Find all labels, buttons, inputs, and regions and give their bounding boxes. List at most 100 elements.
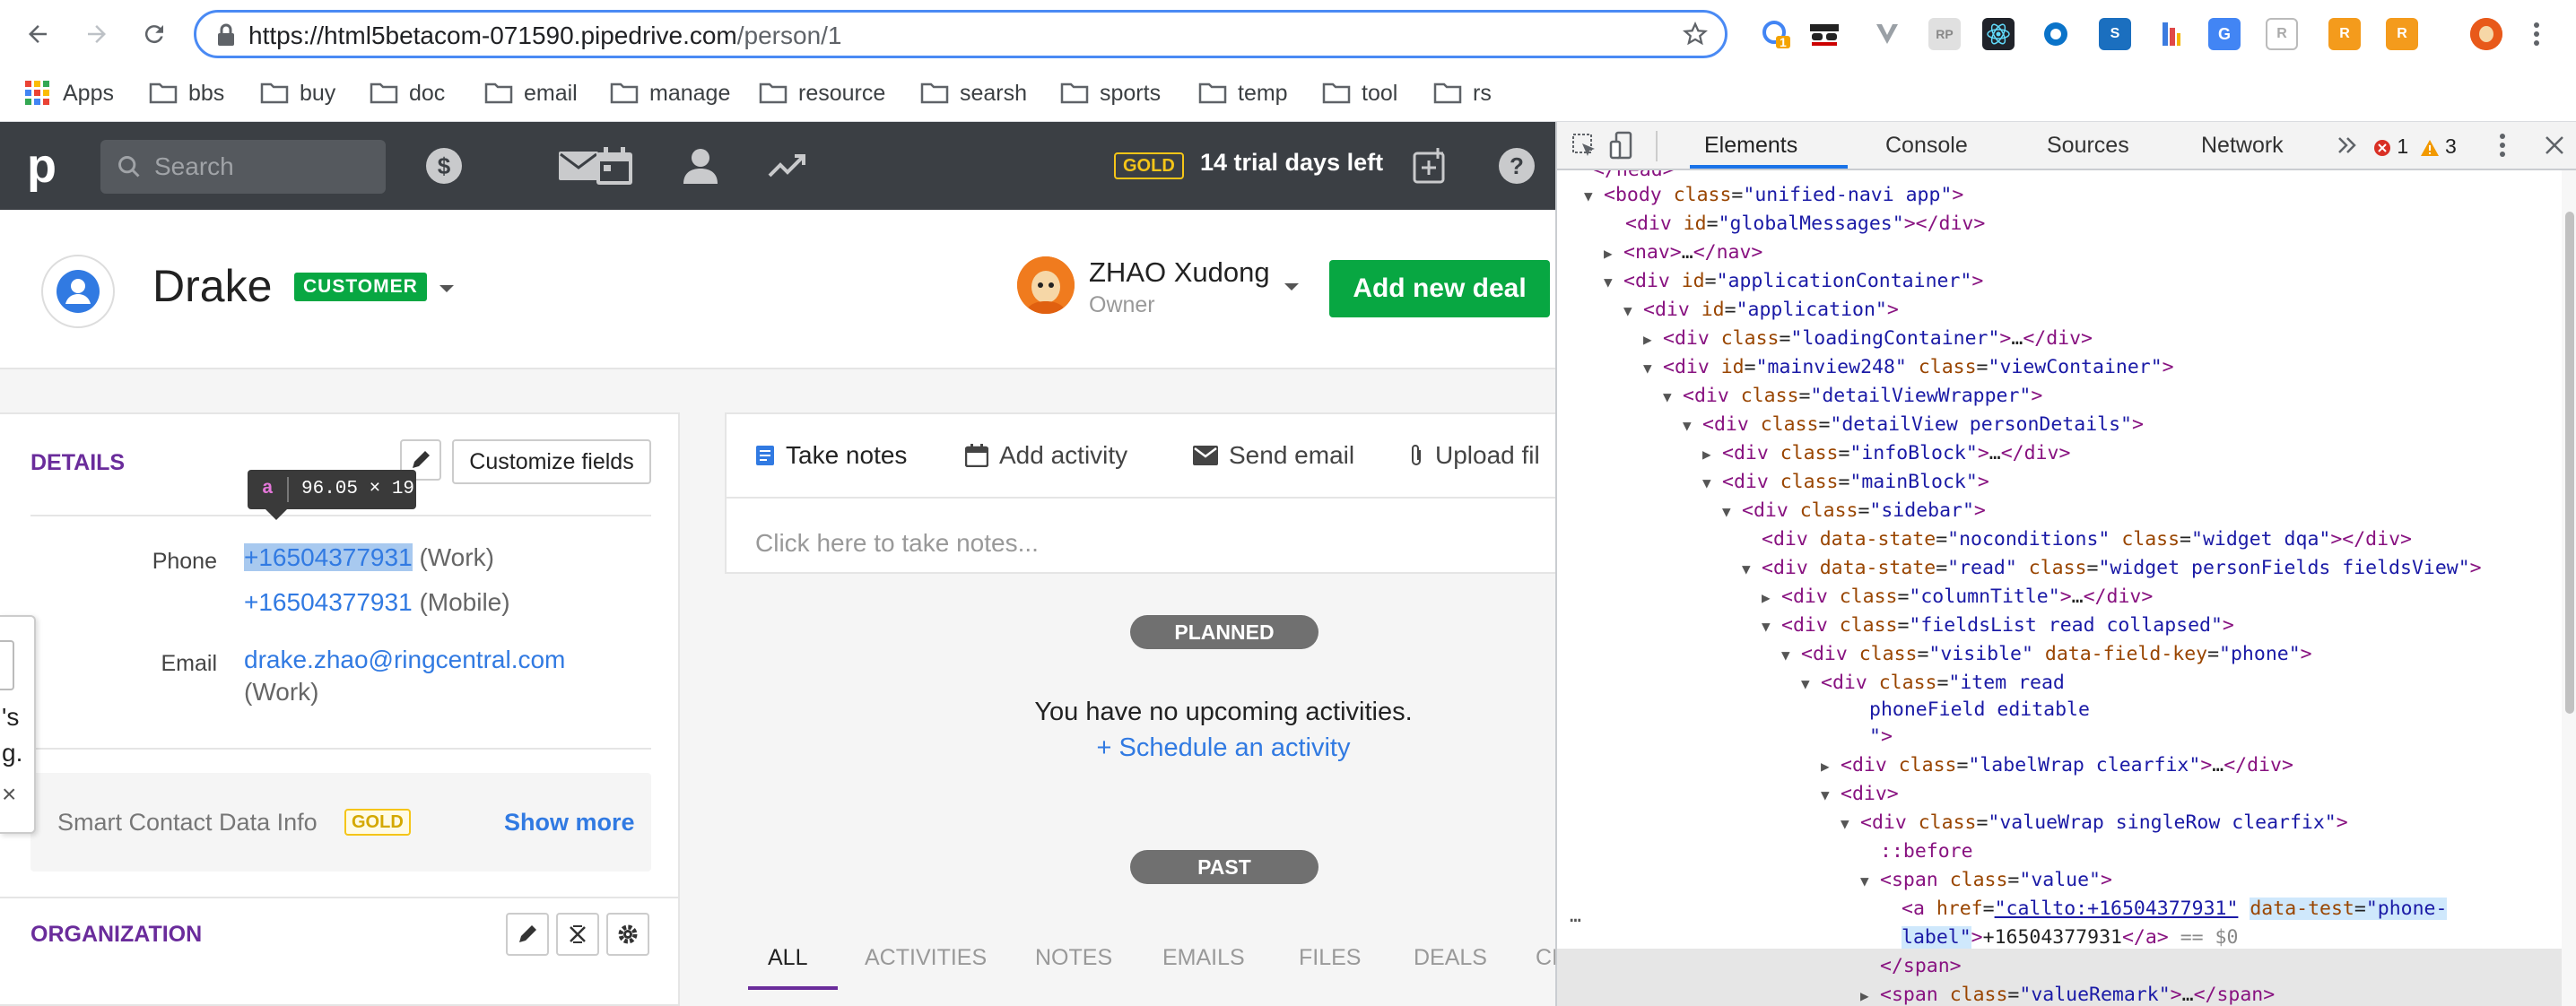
devtools-tab-console[interactable]: Console bbox=[1885, 133, 1968, 159]
tree-node[interactable]: ::before bbox=[1880, 837, 1973, 866]
feed-tab-notes[interactable]: NOTES bbox=[1035, 945, 1112, 971]
bookmark-apps[interactable]: Apps bbox=[25, 77, 114, 109]
bookmark-buy[interactable]: buy bbox=[260, 77, 335, 109]
schedule-activity-link[interactable]: + Schedule an activity bbox=[970, 733, 1476, 763]
tree-node[interactable]: </span> bbox=[1880, 952, 1962, 981]
label-dropdown-caret-icon[interactable] bbox=[438, 283, 456, 294]
extension-r-gray-icon[interactable]: R bbox=[2266, 18, 2298, 50]
bookmark-temp[interactable]: temp bbox=[1198, 77, 1288, 109]
tree-node[interactable]: ▼ <div id="application"> bbox=[1623, 296, 1899, 325]
bookmark-tool[interactable]: tool bbox=[1322, 77, 1397, 109]
feed-tab-files[interactable]: FILES bbox=[1299, 945, 1361, 971]
customer-label-badge[interactable]: CUSTOMER bbox=[294, 273, 427, 301]
tree-node[interactable]: ▼ <div class="detailViewWrapper"> bbox=[1663, 382, 2042, 411]
tree-node[interactable]: ▼ <div id="applicationContainer"> bbox=[1604, 267, 1983, 296]
tree-ellipsis[interactable]: … bbox=[1570, 902, 1581, 931]
more-tabs-icon[interactable] bbox=[2337, 134, 2357, 156]
tree-node[interactable]: ▶ <span class="valueRemark">…</span> bbox=[1860, 981, 2275, 1006]
tab-add-activity[interactable]: Add activity bbox=[965, 441, 1127, 470]
tree-node[interactable]: ▶ <div class="loadingContainer">…</div> bbox=[1643, 325, 2093, 353]
tree-node[interactable]: ▶ <nav>…</nav> bbox=[1604, 238, 1762, 267]
nav-deals[interactable]: $ bbox=[422, 143, 466, 188]
inspect-element-icon[interactable] bbox=[1571, 133, 1598, 160]
tree-node[interactable]: ▼ <div data-state="read" class="widget pe… bbox=[1742, 554, 2482, 583]
profile-avatar-icon[interactable] bbox=[2470, 18, 2502, 50]
customize-fields-button[interactable]: Customize fields bbox=[452, 439, 651, 484]
unlink-organization-button[interactable] bbox=[556, 913, 599, 956]
feed-tab-all[interactable]: ALL bbox=[768, 945, 807, 971]
search-box[interactable] bbox=[100, 140, 386, 194]
person-name[interactable]: Drake bbox=[152, 260, 272, 312]
bookmark-email[interactable]: email bbox=[484, 77, 578, 109]
back-button[interactable] bbox=[18, 14, 57, 54]
chrome-menu-icon[interactable] bbox=[2528, 18, 2546, 50]
extension-r-orange-icon[interactable]: R bbox=[2328, 18, 2361, 50]
search-input[interactable] bbox=[154, 149, 370, 185]
feed-tab-emails[interactable]: EMAILS bbox=[1162, 945, 1245, 971]
elements-tree[interactable]: </head> ▼<body class="unified-navi app">… bbox=[1557, 170, 2562, 1006]
trial-days-text[interactable]: 14 trial days left bbox=[1200, 149, 1383, 177]
edit-organization-button[interactable] bbox=[506, 913, 549, 956]
tree-node[interactable]: ▼ <div class="fieldsList read collapsed"> bbox=[1762, 611, 2234, 640]
close-devtools-icon[interactable] bbox=[2544, 134, 2565, 156]
tree-node[interactable]: <div data-state="noconditions" class="wi… bbox=[1762, 525, 2412, 554]
devtools-tab-network[interactable]: Network bbox=[2201, 133, 2284, 159]
tree-node[interactable]: ▼ <span class="value"> bbox=[1860, 866, 2112, 895]
tree-node[interactable]: ▼ <div class="mainBlock"> bbox=[1702, 468, 1989, 497]
extension-s-icon[interactable]: S bbox=[2099, 18, 2131, 50]
tree-node[interactable]: <div id="globalMessages"></div> bbox=[1625, 210, 1985, 238]
tree-node[interactable]: ▼ <div class="item read bbox=[1801, 669, 2065, 698]
tree-node[interactable]: ▼ <div class="detailView personDetails"> bbox=[1683, 411, 2144, 439]
owner-dropdown-caret-icon[interactable] bbox=[1283, 282, 1301, 292]
phone-work-link[interactable]: +16504377931 bbox=[244, 543, 413, 571]
organization-settings-button[interactable] bbox=[606, 913, 649, 956]
owner-name[interactable]: ZHAO Xudong bbox=[1089, 256, 1270, 289]
pipedrive-logo[interactable]: p bbox=[27, 138, 57, 194]
add-new-deal-button[interactable]: Add new deal bbox=[1329, 260, 1550, 317]
feed-tab-activities[interactable]: ACTIVITIES bbox=[865, 945, 987, 971]
extension-translate-icon[interactable]: G bbox=[2208, 18, 2241, 50]
bookmark-manage[interactable]: manage bbox=[610, 77, 730, 109]
show-more-link[interactable]: Show more bbox=[504, 809, 635, 837]
tree-node[interactable]: ▶ <div class="infoBlock">…</div> bbox=[1702, 439, 2070, 468]
bookmark-bbs[interactable]: bbs bbox=[149, 77, 224, 109]
tree-node[interactable]: ▼ <div class="valueWrap singleRow clearfi… bbox=[1841, 809, 2348, 837]
extension-search-icon[interactable]: 1 bbox=[1760, 18, 1792, 50]
tree-node[interactable]: ▼ <body class="unified-navi app"> bbox=[1584, 181, 1963, 210]
extension-mask-icon[interactable] bbox=[1808, 18, 1841, 50]
devtools-tab-sources[interactable]: Sources bbox=[2047, 133, 2129, 159]
extension-bars-icon[interactable] bbox=[2154, 18, 2187, 50]
help-button[interactable]: ? bbox=[1494, 143, 1539, 188]
extension-r-orange2-icon[interactable]: R bbox=[2386, 18, 2418, 50]
device-toolbar-icon[interactable] bbox=[1607, 131, 1638, 161]
bookmark-star-icon[interactable] bbox=[1682, 21, 1709, 48]
bookmark-doc[interactable]: doc bbox=[370, 77, 445, 109]
tab-send-email[interactable]: Send email bbox=[1193, 441, 1354, 470]
forward-button[interactable] bbox=[77, 14, 117, 54]
bookmark-sports[interactable]: sports bbox=[1060, 77, 1161, 109]
devtools-scrollbar-thumb[interactable] bbox=[2565, 212, 2574, 714]
devtools-tab-elements[interactable]: Elements bbox=[1704, 133, 1797, 159]
quick-add-button[interactable] bbox=[1408, 143, 1453, 188]
tab-upload-files[interactable]: Upload fil bbox=[1408, 441, 1540, 470]
tree-node-selected[interactable]: <a href="callto:+16504377931" data-test=… bbox=[1902, 895, 2448, 924]
popup-input-fragment[interactable] bbox=[0, 640, 14, 690]
tree-node[interactable]: ▼ <div class="sidebar"> bbox=[1722, 497, 1986, 525]
tree-node[interactable]: ▶ <div class="labelWrap clearfix">…</div> bbox=[1821, 751, 2293, 780]
tree-node-selected-cont[interactable]: label">+16504377931</a> == $0 bbox=[1902, 924, 2238, 952]
bookmark-resource[interactable]: resource bbox=[759, 77, 885, 109]
extension-react-icon[interactable] bbox=[1982, 18, 2015, 50]
tree-node[interactable]: ▼ <div> bbox=[1821, 780, 1899, 809]
reload-button[interactable] bbox=[135, 14, 174, 54]
address-bar[interactable]: https://html5betacom-071590.pipedrive.co… bbox=[194, 10, 1727, 58]
nav-insights[interactable] bbox=[764, 143, 809, 188]
tree-node[interactable]: ▼ <div id="mainview248" class="viewContai… bbox=[1643, 353, 2174, 382]
popup-close-icon[interactable]: × bbox=[2, 780, 16, 809]
email-link[interactable]: drake.zhao@ringcentral.com bbox=[244, 646, 565, 674]
extension-rp-icon[interactable]: RP bbox=[1928, 18, 1961, 50]
feed-tab-deals[interactable]: DEALS bbox=[1414, 945, 1487, 971]
nav-calendar[interactable] bbox=[592, 143, 637, 188]
tab-take-notes[interactable]: Take notes bbox=[755, 441, 907, 470]
bookmark-searsh[interactable]: searsh bbox=[920, 77, 1027, 109]
tree-node[interactable]: ▼ <div class="visible" data-field-key="ph… bbox=[1781, 640, 2312, 669]
